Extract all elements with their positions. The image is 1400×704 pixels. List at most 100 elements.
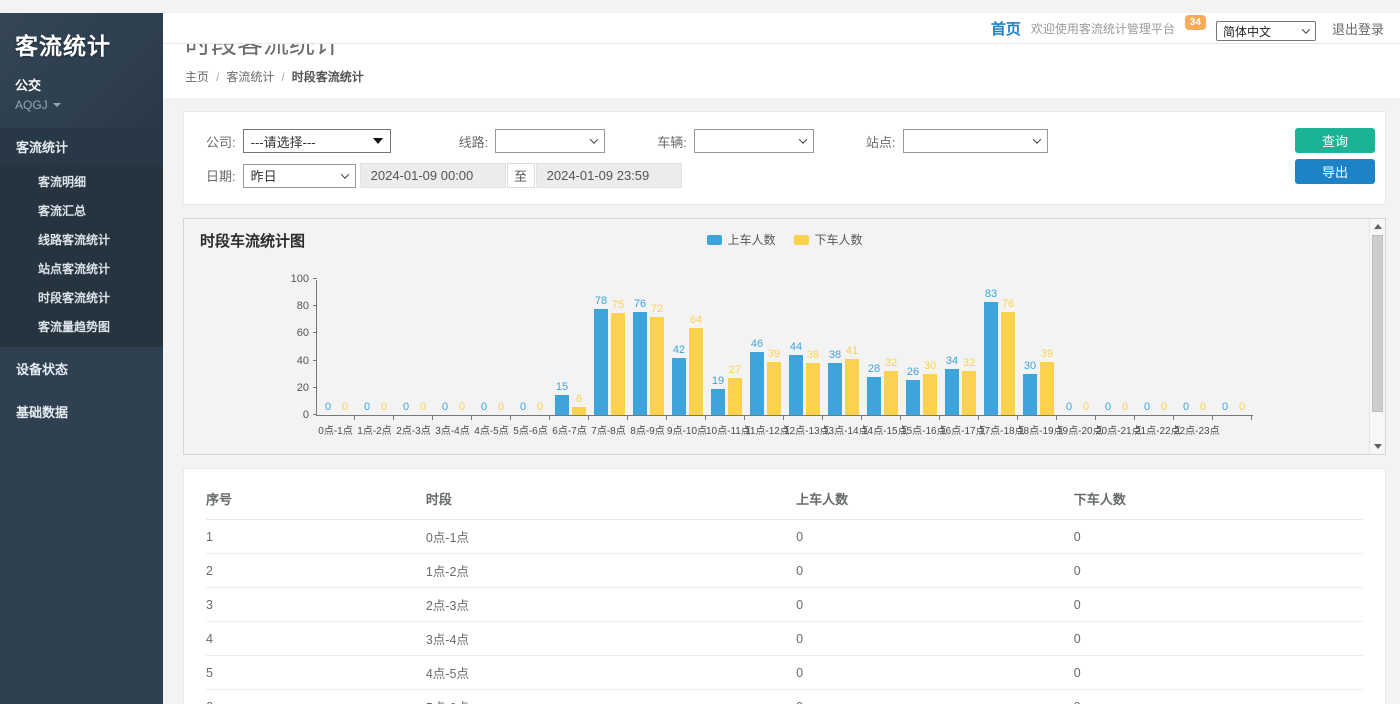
company-select[interactable]: ---请选择--- [243,129,391,153]
table-row: 21点-2点00 [206,554,1363,588]
sidebar-submenu-item[interactable]: 客流量趋势图 [0,312,163,341]
x-axis-tick-mark [1018,416,1057,420]
x-axis-tick-label: 9点-10点 [667,422,706,437]
chart-bar-column: 32 [884,358,898,415]
x-axis-tick-mark [472,416,511,420]
x-axis-tick-label: 15点-16点 [901,422,940,437]
chart-bar-group: 1927 [707,289,746,415]
x-axis-tick-mark [1213,416,1252,420]
sidebar-submenu-item[interactable]: 客流明细 [0,167,163,196]
chart-bar-column: 0 [1157,402,1171,415]
chart-bar [728,378,742,415]
chart-bar-group: 00 [317,289,356,415]
x-axis-tick-label: 16点-17点 [940,422,979,437]
chart-bar-column: 46 [750,339,764,415]
x-axis-tick-label [1213,422,1252,437]
table-cell: 0 [796,554,1074,588]
chart-bar-group: 00 [512,289,551,415]
x-axis-tick-label: 22点-23点 [1174,422,1213,437]
language-select[interactable]: 简体中文 [1216,21,1316,41]
chart-bar-group: 3841 [824,289,863,415]
chart-bar-column: 0 [321,402,335,415]
bar-value-label: 27 [729,365,741,376]
table-header-row: 序号时段上车人数下车人数 [206,477,1363,520]
chart-bar-group: 00 [395,289,434,415]
welcome-text: 欢迎使用客流统计管理平台 [1031,20,1175,37]
chart-bar-column: 0 [1179,402,1193,415]
chart-bar-column: 0 [494,402,508,415]
breadcrumb-link[interactable]: 主页 [185,68,209,85]
x-axis-tick-mark [979,416,1018,420]
chart-bar-column: 0 [1062,402,1076,415]
x-axis-tick-mark [1174,416,1213,420]
scrollbar-up-button[interactable] [1370,219,1386,234]
table-cell: 1 [206,520,426,554]
arrow-down-icon [1374,444,1382,449]
breadcrumb-link[interactable]: 客流统计 [226,68,274,85]
breadcrumb-separator: / [216,70,219,84]
chart-bar-column: 0 [338,402,352,415]
chart-bar [806,363,820,415]
table-header-cell: 下车人数 [1074,477,1363,520]
export-button[interactable]: 导出 [1295,159,1375,184]
bar-value-label: 30 [1024,361,1036,372]
logout-link[interactable]: 退出登录 [1332,19,1384,38]
bar-value-label: 38 [807,350,819,361]
line-select[interactable] [495,129,605,153]
sidebar-submenu-item[interactable]: 线路客流统计 [0,225,163,254]
x-axis-tick-label: 11点-12点 [745,422,784,437]
date-start-input[interactable]: 2024-01-09 00:00 [360,163,506,188]
bar-value-label: 0 [364,402,370,413]
bar-value-label: 76 [1002,299,1014,310]
bar-value-label: 0 [1105,402,1111,413]
chart-bar-column: 0 [360,402,374,415]
chart-bar-group: 26 30 [902,289,941,415]
legend-item: 上车人数 [706,231,775,248]
main-content: 公司: ---请选择--- 线路: 车辆: 站点: 日期: [183,111,1386,704]
chart-bar-group: 00 [1175,289,1214,415]
table-cell: 0 [796,520,1074,554]
bar-value-label: 78 [595,296,607,307]
table-cell: 2 [206,554,426,588]
sidebar-submenu-item[interactable]: 客流汇总 [0,196,163,225]
scrollbar-thumb[interactable] [1372,235,1383,412]
filter-panel: 公司: ---请选择--- 线路: 车辆: 站点: 日期: [183,111,1386,205]
bar-value-label: 28 [868,364,880,375]
chart-bar [572,407,586,415]
sidebar-item[interactable]: 设备状态 [0,347,163,390]
query-button[interactable]: 查询 [1295,128,1375,153]
chart-bar-column: 83 [984,289,998,415]
bar-value-label: 0 [520,402,526,413]
vehicle-select[interactable] [694,129,814,153]
chart-bar-group: 7875 [590,289,629,415]
x-axis-tick-mark [550,416,589,420]
sidebar-submenu-item[interactable]: 时段客流统计 [0,283,163,312]
sidebar-item-passenger-stats[interactable]: 客流统计 [0,128,163,165]
table-cell: 5 [206,656,426,690]
table-cell: 0 [1074,690,1363,704]
table-cell: 1点-2点 [426,554,796,588]
org-code-dropdown[interactable]: AQGJ [15,98,148,112]
chart-bar-group: 30 39 [1019,289,1058,415]
filter-row-1: 公司: ---请选择--- 线路: 车辆: 站点: [206,129,1367,153]
table-cell: 3 [206,588,426,622]
home-link[interactable]: 首页 [991,18,1021,39]
legend-label: 上车人数 [727,231,775,248]
bar-value-label: 30 [924,361,936,372]
bar-value-label: 0 [442,402,448,413]
table-cell: 5点-6点 [426,690,796,704]
chart-bar-column: 0 [438,402,452,415]
station-select[interactable] [903,129,1048,153]
filter-row-2: 日期: 昨日 2024-01-09 00:00 至 2024-01-09 23:… [206,163,1367,188]
date-preset-select[interactable]: 昨日 [243,164,356,188]
chart-bar-column: 0 [399,402,413,415]
chart-bar [767,362,781,415]
sidebar-submenu-item[interactable]: 站点客流统计 [0,254,163,283]
chart-bar-column: 0 [1118,402,1132,415]
sidebar-item[interactable]: 基础数据 [0,390,163,433]
scrollbar-down-button[interactable] [1370,439,1386,454]
chart-bar [689,328,703,415]
chart-bar-column: 26 [906,367,920,415]
date-end-input[interactable]: 2024-01-09 23:59 [536,163,682,188]
bar-value-label: 39 [1041,349,1053,360]
